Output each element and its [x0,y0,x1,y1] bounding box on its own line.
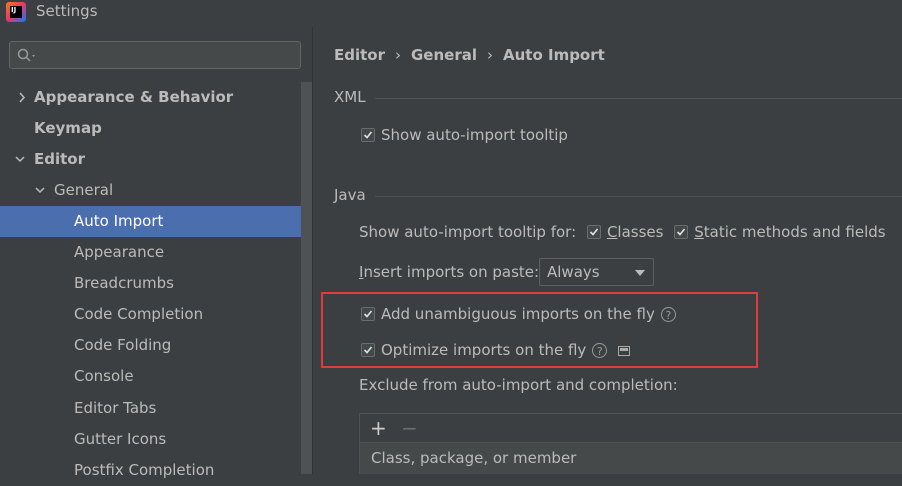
dropdown-arrow-icon [635,270,645,276]
exclude-table-toolbar: + − [359,413,902,443]
tree-item-appearance[interactable]: Appearance [0,237,312,268]
tree-item-label: Appearance & Behavior [34,88,234,106]
exclude-table[interactable]: Class, package, or member [359,443,902,474]
search-input[interactable] [9,41,301,69]
tree-item-appearance-behavior[interactable]: Appearance & Behavior [0,82,312,113]
breadcrumb-separator: › [487,46,493,64]
tree-item-label: Breadcrumbs [74,274,174,292]
breadcrumb-item: Auto Import [503,46,605,64]
option-label: Show auto-import tooltip [381,126,568,144]
static-methods-checkbox[interactable] [674,224,689,239]
tree-item-label: Postfix Completion [74,461,215,479]
tree-item-label: Code Completion [74,305,204,323]
search-icon [17,48,35,62]
tree-item-label: Gutter Icons [74,430,167,448]
insert-imports-label: Insert imports on paste: [359,263,540,281]
java-tooltip-for-row: Show auto-import tooltip for: Classes St… [359,222,886,242]
insert-imports-dropdown[interactable]: Always [539,258,654,286]
section-title-java: Java [334,186,366,204]
breadcrumb-item[interactable]: Editor [334,46,385,64]
checkbox[interactable] [361,127,375,142]
tree-item-breadcrumbs[interactable]: Breadcrumbs [0,268,312,299]
window-title: Settings [36,2,98,20]
add-icon[interactable]: + [370,416,387,440]
tree-item-label: Auto Import [74,212,164,230]
tree-item-code-folding[interactable]: Code Folding [0,330,312,361]
intellij-idea-icon: IJ [6,2,26,22]
tree-item-label: Code Folding [74,336,172,354]
static-methods-label[interactable]: Static methods and fields [694,223,885,241]
tree-item-label: Appearance [74,243,165,261]
checkmark-icon [677,227,686,236]
tree-item-general[interactable]: General [0,175,312,206]
remove-icon[interactable]: − [401,416,418,440]
chevron-right-icon[interactable] [16,82,28,113]
tree-item-gutter-icons[interactable]: Gutter Icons [0,424,312,455]
tree-item-code-completion[interactable]: Code Completion [0,299,312,330]
section-divider [375,196,902,197]
breadcrumb: Editor › General › Auto Import [334,46,605,64]
title-bar: IJ Settings [0,0,902,27]
table-placeholder: Class, package, or member [371,449,577,467]
tree-item-keymap[interactable]: Keymap [0,113,312,144]
sidebar-scrollbar[interactable] [301,82,312,474]
breadcrumb-separator: › [395,46,401,64]
section-divider [375,98,902,99]
settings-content: Editor › General › Auto Import XML Show auto… [313,27,902,474]
classes-label[interactable]: Classes [607,223,664,241]
breadcrumb-item[interactable]: General [411,46,477,64]
tree-item-label: Editor [34,150,85,168]
highlight-box [321,292,758,368]
exclude-label: Exclude from auto-import and completion: [359,376,678,394]
tree-item-label: Editor Tabs [74,399,157,417]
tree-item-editor-tabs[interactable]: Editor Tabs [0,393,312,424]
tree-item-postfix-completion[interactable]: Postfix Completion [0,455,312,486]
option-label: Show auto-import tooltip for: [359,223,577,241]
tree-item-editor[interactable]: Editor [0,144,312,175]
xml-show-tooltip-option[interactable]: Show auto-import tooltip [361,125,568,145]
checkmark-icon [589,227,599,236]
tree-item-console[interactable]: Console [0,361,312,392]
tree-item-label: Console [74,367,134,385]
section-title-xml: XML [334,88,366,106]
tree-item-label: General [54,181,114,199]
tree-item-label: Keymap [34,119,102,137]
checkmark-icon [363,130,373,139]
chevron-down-icon[interactable] [34,175,46,206]
dropdown-value: Always [547,263,600,281]
classes-checkbox[interactable] [586,224,601,239]
tree-item-auto-import[interactable]: Auto Import [0,206,312,237]
chevron-down-icon[interactable] [14,144,26,175]
settings-sidebar: Appearance & Behavior Keymap Editor Gene… [0,27,313,479]
app-icon-text: IJ [11,6,17,14]
